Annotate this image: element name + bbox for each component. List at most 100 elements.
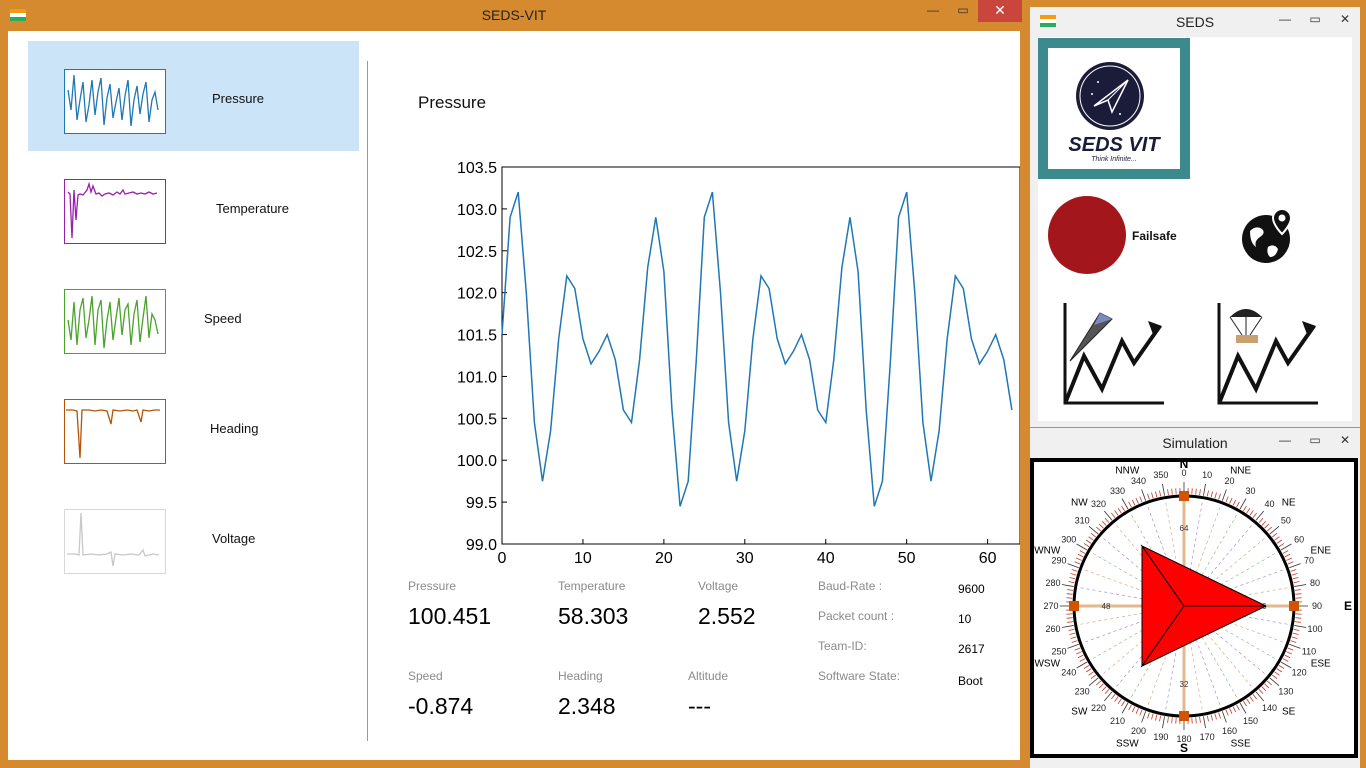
compass-rose: 0 102030405060708090100110120130140150160… (1030, 457, 1358, 758)
minimize-button[interactable]: — (1270, 9, 1300, 31)
pressure-chart: 99.0 99.5 100.0 100.5 101.0 101.5 102.0 102.5 10… (457, 160, 1020, 567)
speed-thumbnail (64, 289, 166, 354)
info-value-packet-count: 10 (958, 612, 972, 626)
seds-titlebar[interactable]: SEDS — ▭ ✕ (1030, 7, 1360, 37)
x-tick-label: 0 (498, 550, 507, 567)
glider-graph-icon[interactable] (1062, 301, 1166, 407)
y-tick-label: 100.5 (457, 411, 497, 428)
main-window-title: SEDS-VIT (481, 7, 547, 23)
globe-location-icon[interactable] (1238, 205, 1298, 265)
degree-label: 200 (1131, 726, 1146, 736)
failsafe-button[interactable] (1048, 196, 1126, 274)
degree-label: 120 (1292, 668, 1307, 678)
intercardinal-label: SW (1071, 707, 1088, 718)
sidebar-item-label: Pressure (212, 91, 265, 106)
x-tick-label: 50 (898, 550, 916, 567)
y-tick-label: 100.0 (457, 453, 497, 470)
stat-value-speed: -0.874 (408, 693, 474, 719)
sidebar-item-speed[interactable]: Speed (28, 261, 359, 371)
degree-label: 170 (1200, 732, 1215, 742)
degree-label: 350 (1153, 470, 1168, 480)
stat-value-pressure: 100.451 (408, 603, 492, 629)
seds-vit-logo: SEDS VIT Think Infinite... (1038, 38, 1190, 179)
close-button[interactable]: ✕ (1330, 430, 1360, 452)
degree-label: 230 (1075, 686, 1090, 696)
sidebar-item-label: Heading (210, 421, 259, 436)
info-value-baud-rate: 9600 (958, 582, 985, 596)
heading-thumbnail (64, 399, 166, 464)
intercardinal-label: NNW (1115, 465, 1139, 476)
minimize-button[interactable]: — (918, 0, 948, 22)
degree-label: 280 (1046, 578, 1061, 588)
sidebar-item-label: Voltage (212, 531, 256, 546)
stat-label-voltage: Voltage (698, 579, 739, 593)
cardinal-label: S (1180, 741, 1188, 755)
degree-label: 50 (1281, 516, 1291, 526)
degree-label: 310 (1075, 516, 1090, 526)
sidebar-item-pressure[interactable]: Pressure (28, 41, 359, 151)
y-tick-label: 102.5 (457, 244, 497, 261)
failsafe-label: Failsafe (1132, 229, 1177, 243)
pressure-thumbnail (64, 69, 166, 134)
main-client-area: Pressure Temperature Speed Heading Volta (8, 31, 1020, 760)
degree-label: 220 (1091, 703, 1106, 713)
parachute-graph-icon[interactable] (1216, 301, 1320, 407)
stat-label-temperature: Temperature (558, 579, 626, 593)
simulation-window: Simulation — ▭ ✕ 0 10 20 30 40 50 60 70 80 90 100 1… (1030, 428, 1360, 768)
sidebar-item-temperature[interactable]: Temperature (28, 151, 359, 261)
degree-label: 140 (1262, 703, 1277, 713)
degree-label: 300 (1061, 535, 1076, 545)
intercardinal-label: WSW (1034, 659, 1060, 670)
degree-label: 210 (1110, 716, 1125, 726)
degree-label: 110 (1302, 646, 1316, 656)
intercardinal-label: ENE (1310, 545, 1331, 556)
sidebar-item-label: Speed (204, 311, 242, 326)
stat-value-altitude: --- (688, 693, 711, 719)
info-value-team-id: 2617 (958, 642, 985, 656)
maximize-button[interactable]: ▭ (1300, 9, 1330, 31)
degree-label: 270 (1043, 601, 1058, 611)
intercardinal-label: SSW (1116, 739, 1139, 750)
info-label-software-state: Software State: (818, 669, 901, 683)
degree-label: 240 (1061, 668, 1076, 678)
intercardinal-label: SSE (1231, 739, 1251, 750)
info-value-software-state: Boot (958, 674, 983, 688)
sidebar-item-label: Temperature (216, 201, 289, 216)
sidebar-divider (367, 61, 368, 741)
main-window: SEDS-VIT — ▭ ✕ Pressure Temperature Spee… (0, 0, 1028, 768)
main-titlebar[interactable]: SEDS-VIT — ▭ ✕ (0, 0, 1028, 30)
logo-tagline: Think Infinite... (1091, 156, 1137, 163)
x-tick-label: 40 (817, 550, 835, 567)
degree-label: 70 (1304, 556, 1314, 566)
simulation-titlebar[interactable]: Simulation — ▭ ✕ (1030, 428, 1360, 458)
maximize-button[interactable]: ▭ (948, 0, 978, 22)
close-button[interactable]: ✕ (978, 0, 1022, 22)
x-tick-label: 60 (979, 550, 997, 567)
intercardinal-label: NNE (1230, 465, 1251, 476)
degree-label: 10 (1202, 470, 1212, 480)
seds-window: SEDS — ▭ ✕ SEDS VIT Think Infinite... Fa… (1030, 7, 1360, 427)
sidebar-item-heading[interactable]: Heading (28, 371, 359, 481)
close-button[interactable]: ✕ (1330, 9, 1360, 31)
minimize-button[interactable]: — (1270, 430, 1300, 452)
stat-label-heading: Heading (558, 669, 603, 683)
y-tick-label: 103.5 (457, 160, 497, 177)
degree-label: 330 (1110, 486, 1125, 496)
degree-label: 100 (1307, 624, 1322, 634)
y-tick-label: 101.5 (457, 328, 497, 345)
degree-label: 190 (1153, 732, 1168, 742)
y-tick-label: 103.0 (457, 202, 497, 219)
maximize-button[interactable]: ▭ (1300, 430, 1330, 452)
x-tick-label: 10 (574, 550, 592, 567)
degree-label: 130 (1278, 686, 1293, 696)
degree-label: 320 (1091, 499, 1106, 509)
cardinal-label: N (1180, 458, 1189, 471)
stat-label-altitude: Altitude (688, 669, 729, 683)
ring-value-label: 32 (1180, 680, 1189, 689)
stat-value-heading: 2.348 (558, 693, 616, 719)
info-label-team-id: Team-ID: (818, 639, 867, 653)
degree-label: 290 (1052, 556, 1067, 566)
y-tick-label: 99.0 (466, 537, 497, 554)
sidebar-item-voltage[interactable]: Voltage (28, 481, 359, 591)
y-tick-label: 99.5 (466, 495, 497, 512)
